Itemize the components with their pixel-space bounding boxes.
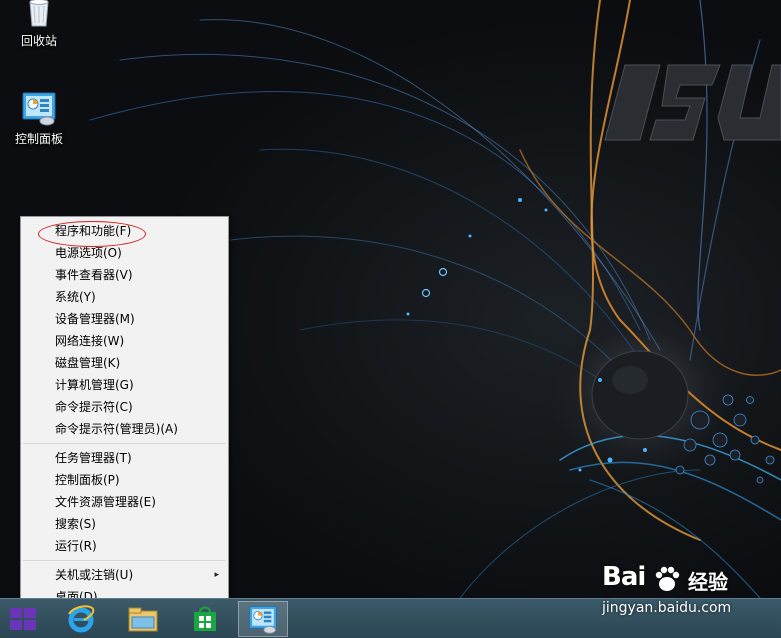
shutdown-signout-label: 关机或注销(U) <box>55 568 134 582</box>
menu-item-task-manager[interactable]: 任务管理器(T) <box>21 447 228 469</box>
watermark-brand-sub: 经验 <box>688 570 728 594</box>
menu-item-run[interactable]: 运行(R) <box>21 535 228 557</box>
menu-item-disk-management[interactable]: 磁盘管理(K) <box>21 352 228 374</box>
recycle-bin-icon <box>29 0 49 27</box>
menu-item-shutdown-signout[interactable]: 关机或注销(U) ▸ <box>21 564 228 586</box>
menu-item-control-panel[interactable]: 控制面板(P) <box>21 469 228 491</box>
menu-separator <box>23 560 226 561</box>
internet-explorer-icon <box>68 605 95 633</box>
menu-item-network-connections[interactable]: 网络连接(W) <box>21 330 228 352</box>
control-panel-desktop-label: 控制面板 <box>14 132 63 146</box>
recycle-bin-label: 回收站 <box>20 34 57 48</box>
file-explorer-taskbar-button[interactable] <box>118 601 168 637</box>
baidu-jingyan-watermark: Bai 经验 jingyan.baidu.com <box>600 562 781 622</box>
menu-separator <box>23 443 226 444</box>
menu-item-search[interactable]: 搜索(S) <box>21 513 228 535</box>
recycle-bin-desktop-icon[interactable]: 回收站 <box>7 0 71 49</box>
watermark-url: jingyan.baidu.com <box>602 600 732 616</box>
control-panel-icon <box>249 606 277 634</box>
internet-explorer-taskbar-button[interactable] <box>56 601 106 637</box>
start-icon <box>10 608 36 630</box>
store-taskbar-button[interactable] <box>180 601 230 637</box>
menu-item-command-prompt[interactable]: 命令提示符(C) <box>21 396 228 418</box>
store-icon <box>194 606 216 631</box>
start-button[interactable] <box>0 601 46 637</box>
paw-icon <box>655 566 680 591</box>
file-explorer-icon <box>128 607 158 632</box>
submenu-arrow-icon: ▸ <box>214 570 219 580</box>
menu-item-power-options[interactable]: 电源选项(O) <box>21 242 228 264</box>
control-panel-desktop-icon[interactable]: 控制面板 <box>7 90 71 147</box>
winx-context-menu: 程序和功能(F) 电源选项(O) 事件查看器(V) 系统(Y) 设备管理器(M)… <box>20 216 229 608</box>
menu-item-device-manager[interactable]: 设备管理器(M) <box>21 308 228 330</box>
menu-item-system[interactable]: 系统(Y) <box>21 286 228 308</box>
menu-item-command-prompt-admin[interactable]: 命令提示符(管理员)(A) <box>21 418 228 440</box>
control-panel-taskbar-button[interactable] <box>238 601 288 637</box>
menu-item-file-explorer[interactable]: 文件资源管理器(E) <box>21 491 228 513</box>
control-panel-icon <box>22 92 56 126</box>
highlight-annotation-oval <box>38 221 146 247</box>
menu-item-computer-management[interactable]: 计算机管理(G) <box>21 374 228 396</box>
menu-item-event-viewer[interactable]: 事件查看器(V) <box>21 264 228 286</box>
watermark-brand: Bai <box>602 562 646 592</box>
